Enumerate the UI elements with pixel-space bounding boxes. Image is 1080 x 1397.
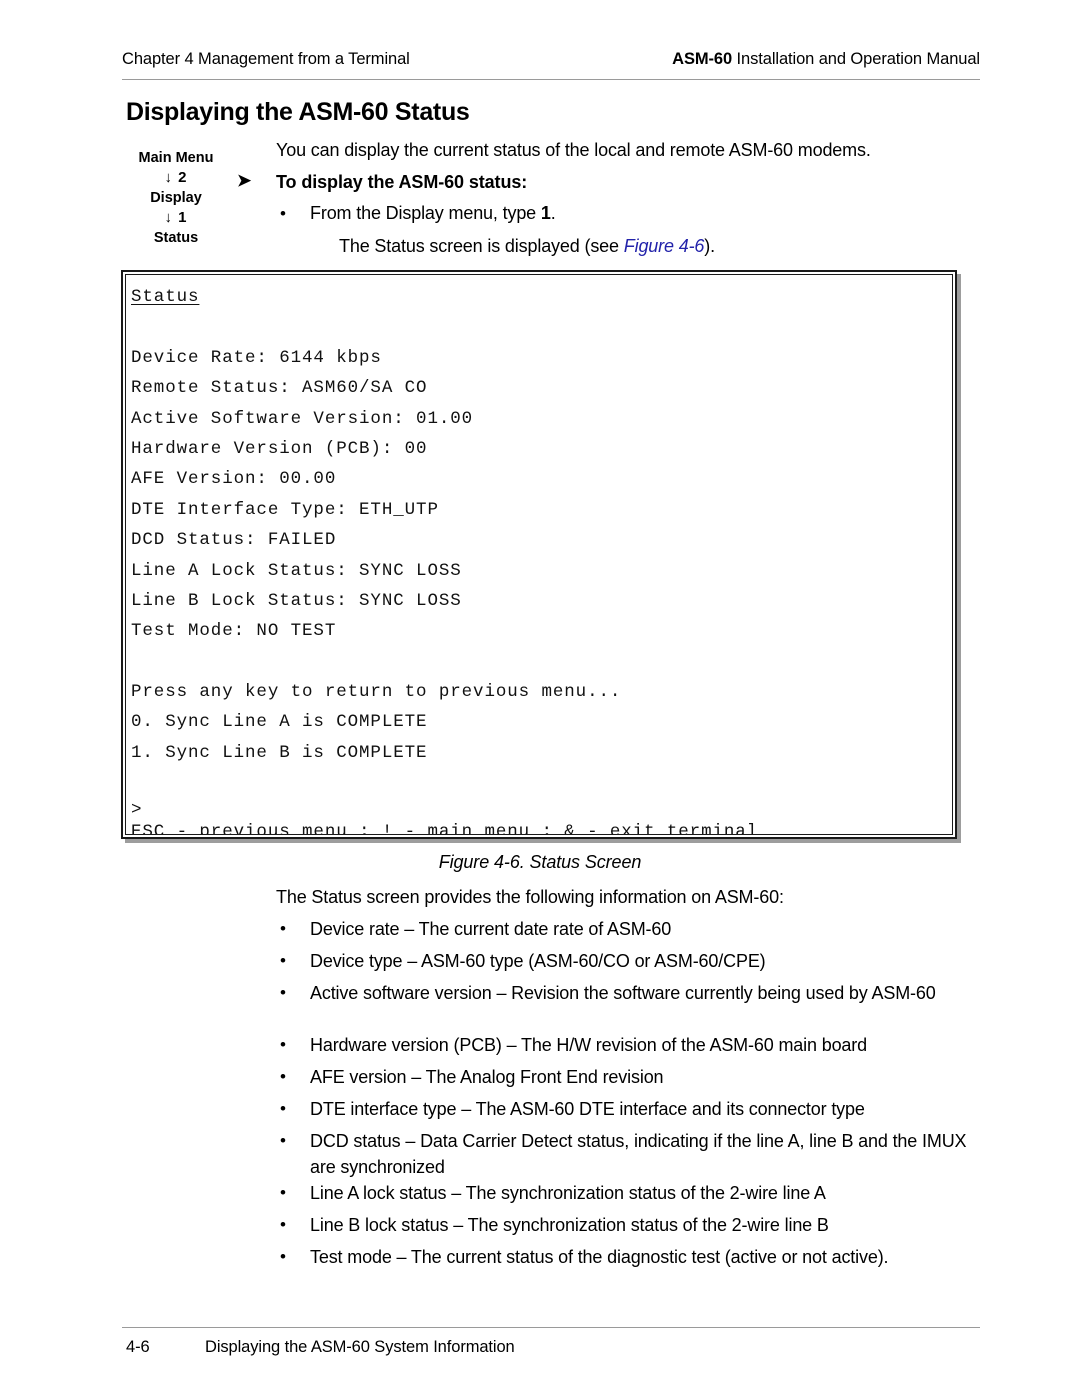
terminal-screen-text: Status Device Rate: 6144 kbps Remote Sta… (131, 282, 948, 835)
terminal-line-sync-line-a: 0. Sync Line A is COMPLETE (131, 712, 428, 733)
navpath-item-main-menu: Main Menu (138, 150, 214, 166)
terminal-blank-line-3 (131, 768, 948, 798)
navpath-step-down-1: ↓ 1 (164, 209, 188, 226)
list-item: • Device type – ASM-60 type (ASM-60/CO or… (276, 948, 976, 980)
bullet-icon: • (280, 1183, 286, 1202)
procedure-step-text: From the Display menu, type 1. (310, 203, 556, 224)
step-key-value: 1 (540, 203, 551, 223)
procedure-arrow-icon: ➤ (237, 171, 252, 190)
navpath-item-display: Display (150, 190, 202, 206)
header-product-name: ASM-60 (672, 50, 733, 68)
terminal-line-press-any-key: Press any key to return to previous menu… (131, 682, 622, 703)
result-text-after: ). (704, 236, 715, 256)
terminal-screen-frame: Status Device Rate: 6144 kbps Remote Sta… (121, 270, 957, 839)
header-manual-title-rest: Installation and Operation Manual (732, 50, 981, 68)
list-item-text: Test mode – The current status of the di… (310, 1247, 889, 1267)
list-item: • DCD status – Data Carrier Detect status… (276, 1128, 976, 1180)
terminal-line-active-software-version: Active Software Version: 01.00 (131, 408, 474, 429)
terminal-line-remote-status: Remote Status: ASM60/SA CO (131, 378, 428, 399)
footer-page-number: 4-6 (126, 1338, 150, 1356)
list-item-text: Line B lock status – The synchronization… (310, 1215, 829, 1235)
menu-navigation-path: Main Menu ↓ 2 Display ↓ 1 Status (126, 148, 226, 248)
navpath-item-status: Status (153, 230, 199, 246)
list-item-text: Hardware version (PCB) – The H/W revisio… (310, 1035, 867, 1055)
manual-page: Chapter 4 Management from a Terminal ASM… (0, 0, 1080, 1397)
description-bullet-list: • Device rate – The current date rate of … (276, 916, 976, 1276)
terminal-title-text: Status (131, 287, 200, 307)
header-manual-title: ASM-60 Installation and Operation Manual (672, 50, 980, 69)
list-item-text: AFE version – The Analog Front End revis… (310, 1067, 664, 1087)
description-intro: The Status screen provides the following… (276, 887, 784, 907)
list-item-text: Line A lock status – The synchronization… (310, 1183, 826, 1203)
procedure-step-result: The Status screen is displayed (see Figu… (339, 236, 715, 257)
bullet-icon: • (280, 1247, 286, 1266)
terminal-line-dcd-status: DCD Status: FAILED (131, 530, 337, 551)
bullet-icon: • (280, 1035, 286, 1054)
terminal-line-hardware-version: Hardware Version (PCB): 00 (131, 438, 428, 459)
list-item-text: Device rate – The current date rate of A… (310, 919, 672, 939)
list-item: • DTE interface type – The ASM-60 DTE int… (276, 1096, 976, 1128)
terminal-line-help: ESC - previous menu ; ! - main menu ; & … (131, 821, 759, 835)
step-text-after: . (550, 203, 556, 223)
result-text-before: The Status screen is displayed (see (339, 236, 624, 256)
list-item-text: Device type – ASM-60 type (ASM-60/CO or … (310, 951, 766, 971)
terminal-line-line-b-lock-status: Line B Lock Status: SYNC LOSS (131, 590, 462, 611)
step-bullet-icon: • (280, 204, 286, 223)
terminal-line-sync-line-b: 1. Sync Line B is COMPLETE (131, 742, 428, 763)
terminal-line-line-a-lock-status: Line A Lock Status: SYNC LOSS (131, 560, 462, 581)
bullet-icon: • (280, 919, 286, 938)
terminal-line-device-rate: Device Rate: 6144 kbps (131, 347, 382, 368)
bullet-icon: • (280, 983, 286, 1002)
page-title: Displaying the ASM-60 Status (126, 98, 470, 126)
bullet-icon: • (280, 1099, 286, 1118)
header-divider (122, 79, 980, 80)
list-item-text: DCD status – Data Carrier Detect status,… (310, 1131, 967, 1177)
terminal-title-line: Status (131, 282, 948, 312)
procedure-heading: To display the ASM-60 status: (276, 172, 528, 192)
terminal-blank-line-2 (131, 647, 948, 677)
list-item: • AFE version – The Analog Front End revi… (276, 1064, 976, 1096)
list-item: • Device rate – The current date rate of … (276, 916, 976, 948)
terminal-line-dte-interface-type: DTE Interface Type: ETH_UTP (131, 499, 439, 520)
terminal-line-afe-version: AFE Version: 00.00 (131, 469, 337, 490)
footer-section-label: Displaying the ASM-60 System Information (205, 1338, 515, 1356)
navpath-step-down-2: ↓ 2 (164, 169, 188, 186)
list-item-text: DTE interface type – The ASM-60 DTE inte… (310, 1099, 865, 1119)
terminal-screen-inner: Status Device Rate: 6144 kbps Remote Sta… (125, 274, 953, 835)
step-text-before: From the Display menu, type (310, 203, 541, 223)
terminal-prompt[interactable]: > (131, 799, 948, 821)
list-item: • Hardware version (PCB) – The H/W revisi… (276, 1032, 976, 1064)
bullet-icon: • (280, 1067, 286, 1086)
list-item: • Line A lock status – The synchronizatio… (276, 1180, 976, 1212)
list-item: • Line B lock status – The synchronizatio… (276, 1212, 976, 1244)
bullet-icon: • (280, 1215, 286, 1234)
list-item-text: Active software version – Revision the s… (310, 983, 936, 1003)
figure-cross-reference-link[interactable]: Figure 4-6 (624, 236, 705, 256)
list-item: • Test mode – The current status of the d… (276, 1244, 976, 1276)
terminal-line-test-mode: Test Mode: NO TEST (131, 621, 337, 642)
figure-caption: Figure 4-6. Status Screen (438, 852, 642, 872)
list-item: • Active software version – Revision the … (276, 980, 976, 1032)
footer-divider (122, 1327, 980, 1328)
bullet-icon: • (280, 951, 286, 970)
header-chapter-label: Chapter 4 Management from a Terminal (122, 50, 410, 68)
bullet-icon: • (280, 1131, 286, 1150)
page-header: Chapter 4 Management from a Terminal ASM… (122, 50, 980, 80)
intro-paragraph: You can display the current status of th… (276, 140, 871, 160)
